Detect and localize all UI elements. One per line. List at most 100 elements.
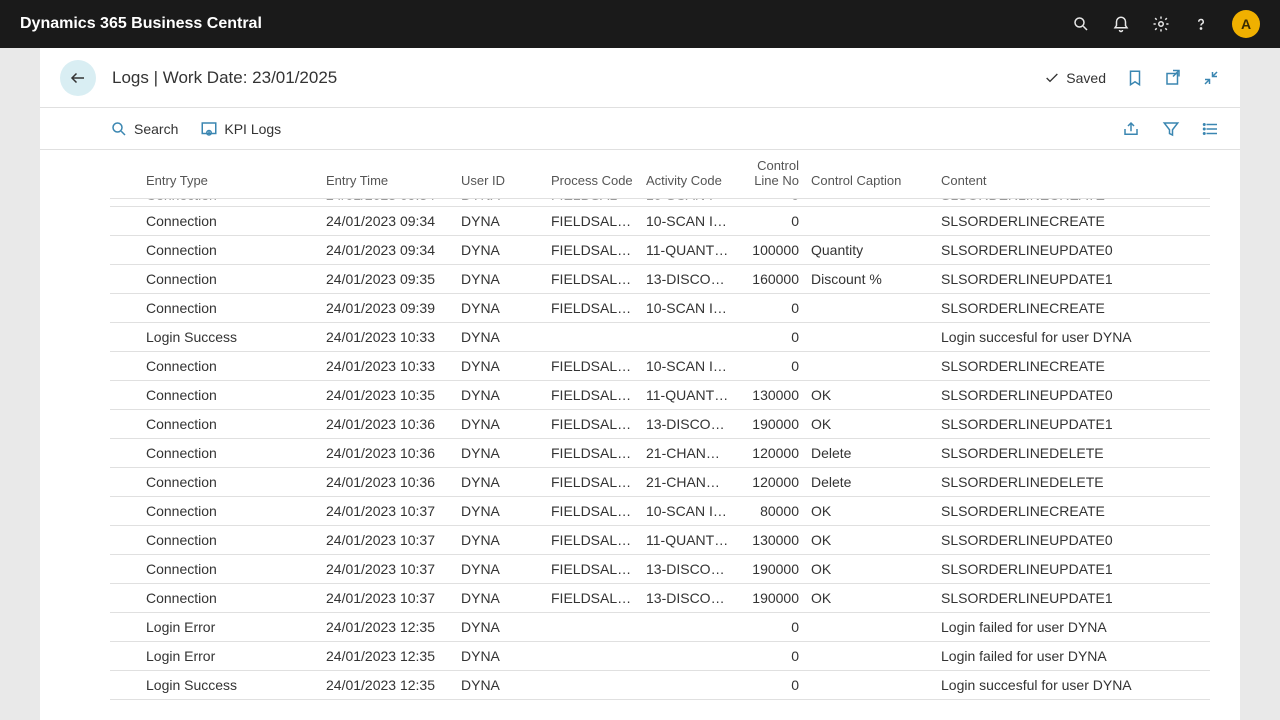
cell-caption: OK (805, 584, 935, 613)
cell-line-no: 0 (735, 352, 805, 381)
saved-indicator: Saved (1044, 70, 1106, 86)
cell-caption (805, 207, 935, 236)
cell-activity-code (640, 613, 735, 642)
cell-entry-time: 24/01/2023 10:37 (320, 584, 455, 613)
table-row[interactable]: Login Error24/01/2023 12:35DYNA0Login fa… (110, 613, 1210, 642)
cell-line-no: 160000 (735, 265, 805, 294)
cell-entry-time: 24/01/2023 09:34 (320, 236, 455, 265)
cell-entry-time: 24/01/2023 10:37 (320, 555, 455, 584)
cell-activity-code (640, 642, 735, 671)
cell-line-no: 0 (735, 323, 805, 352)
cell-line-no: 0 (735, 294, 805, 323)
table-row[interactable]: Connection24/01/2023 10:33DYNAFIELDSALES… (110, 352, 1210, 381)
cell-line-no: 100000 (735, 236, 805, 265)
table-row[interactable]: Connection24/01/2023 10:36DYNAFIELDSALES… (110, 468, 1210, 497)
cell-content: SLSORDERLINEUPDATE0 (935, 526, 1210, 555)
search-icon[interactable] (1072, 15, 1090, 33)
table-row[interactable]: Login Success24/01/2023 10:33DYNA0Login … (110, 323, 1210, 352)
kpi-logs-action[interactable]: KPI Logs (200, 120, 281, 138)
cell-line-no: 120000 (735, 468, 805, 497)
collapse-icon[interactable] (1202, 69, 1220, 87)
table-row[interactable]: Connection24/01/2023 10:37DYNAFIELDSALES… (110, 584, 1210, 613)
col-control-line-no[interactable]: Control Line No (735, 150, 805, 199)
table-row[interactable]: Connection24/01/2023 09:34DYNAFIELDSALES… (110, 199, 1210, 207)
cell-entry-type: Connection (140, 207, 320, 236)
cell-entry-type: Connection (140, 199, 320, 207)
cell-activity-code: 10-SCAN IT… (640, 497, 735, 526)
cell-user-id: DYNA (455, 381, 545, 410)
cell-entry-time: 24/01/2023 12:35 (320, 642, 455, 671)
list-view-icon[interactable] (1202, 120, 1220, 138)
app-title: Dynamics 365 Business Central (20, 15, 262, 33)
cell-activity-code: 21-CHANG… (640, 439, 735, 468)
col-content[interactable]: Content (935, 150, 1210, 199)
cell-process-code: FIELDSALES (545, 199, 640, 207)
table-row[interactable]: Login Success24/01/2023 12:35DYNA0Login … (110, 671, 1210, 700)
cell-process-code: FIELDSALES (545, 352, 640, 381)
cell-entry-type: Connection (140, 294, 320, 323)
table-row[interactable]: Connection24/01/2023 10:37DYNAFIELDSALES… (110, 497, 1210, 526)
cell-gutter (110, 323, 140, 352)
cell-activity-code: 10-SCAN IT… (640, 352, 735, 381)
cell-gutter (110, 207, 140, 236)
filter-icon[interactable] (1162, 120, 1180, 138)
cell-user-id: DYNA (455, 526, 545, 555)
help-icon[interactable] (1192, 15, 1210, 33)
back-button[interactable] (60, 60, 96, 96)
cell-line-no: 0 (735, 207, 805, 236)
bookmark-icon[interactable] (1126, 69, 1144, 87)
cell-content: Login succesful for user DYNA (935, 323, 1210, 352)
cell-user-id: DYNA (455, 671, 545, 700)
col-process-code[interactable]: Process Code (545, 150, 640, 199)
cell-user-id: DYNA (455, 352, 545, 381)
cell-content: SLSORDERLINEUPDATE1 (935, 410, 1210, 439)
col-entry-type[interactable]: Entry Type (140, 150, 320, 199)
table-row[interactable]: Connection24/01/2023 10:37DYNAFIELDSALES… (110, 526, 1210, 555)
cell-entry-type: Connection (140, 236, 320, 265)
logs-table: Entry Type Entry Time User ID Process Co… (110, 150, 1210, 700)
table-row[interactable]: Connection24/01/2023 10:36DYNAFIELDSALES… (110, 410, 1210, 439)
cell-content: Login succesful for user DYNA (935, 671, 1210, 700)
cell-entry-type: Connection (140, 265, 320, 294)
cell-line-no: 190000 (735, 410, 805, 439)
cell-caption (805, 671, 935, 700)
col-entry-time[interactable]: Entry Time (320, 150, 455, 199)
cell-user-id: DYNA (455, 439, 545, 468)
cell-content: SLSORDERLINEUPDATE1 (935, 555, 1210, 584)
avatar[interactable]: A (1232, 10, 1260, 38)
table-row[interactable]: Connection24/01/2023 09:34DYNAFIELDSALES… (110, 236, 1210, 265)
col-activity-code[interactable]: Activity Code (640, 150, 735, 199)
cell-entry-type: Connection (140, 497, 320, 526)
cell-line-no: 130000 (735, 381, 805, 410)
table-row[interactable]: Connection24/01/2023 09:34DYNAFIELDSALES… (110, 207, 1210, 236)
table-row[interactable]: Login Error24/01/2023 12:35DYNA0Login fa… (110, 642, 1210, 671)
table-row[interactable]: Connection24/01/2023 09:35DYNAFIELDSALES… (110, 265, 1210, 294)
cell-content: SLSORDERLINEUPDATE1 (935, 265, 1210, 294)
cell-line-no: 0 (735, 613, 805, 642)
table-row[interactable]: Connection24/01/2023 10:35DYNAFIELDSALES… (110, 381, 1210, 410)
cell-line-no: 190000 (735, 584, 805, 613)
cell-gutter (110, 439, 140, 468)
cell-activity-code: 21-CHANG… (640, 468, 735, 497)
logs-table-wrap: Entry Type Entry Time User ID Process Co… (110, 150, 1210, 720)
cell-line-no: 120000 (735, 439, 805, 468)
page-title: Logs | Work Date: 23/01/2025 (112, 68, 337, 88)
search-action[interactable]: Search (110, 120, 178, 138)
page-header-actions: Saved (1044, 69, 1220, 87)
cell-activity-code: 10-SCAN IT… (640, 207, 735, 236)
notification-icon[interactable] (1112, 15, 1130, 33)
cell-entry-type: Connection (140, 381, 320, 410)
cell-entry-type: Login Error (140, 613, 320, 642)
open-new-icon[interactable] (1164, 69, 1182, 87)
settings-icon[interactable] (1152, 15, 1170, 33)
share-icon[interactable] (1122, 120, 1140, 138)
cell-entry-time: 24/01/2023 10:37 (320, 526, 455, 555)
table-row[interactable]: Connection24/01/2023 09:39DYNAFIELDSALES… (110, 294, 1210, 323)
col-user-id[interactable]: User ID (455, 150, 545, 199)
table-row[interactable]: Connection24/01/2023 10:36DYNAFIELDSALES… (110, 439, 1210, 468)
cell-activity-code: 11-QUANTI… (640, 236, 735, 265)
col-control-caption[interactable]: Control Caption (805, 150, 935, 199)
cell-entry-type: Connection (140, 468, 320, 497)
table-row[interactable]: Connection24/01/2023 10:37DYNAFIELDSALES… (110, 555, 1210, 584)
cell-activity-code: 13-DISCOU… (640, 265, 735, 294)
